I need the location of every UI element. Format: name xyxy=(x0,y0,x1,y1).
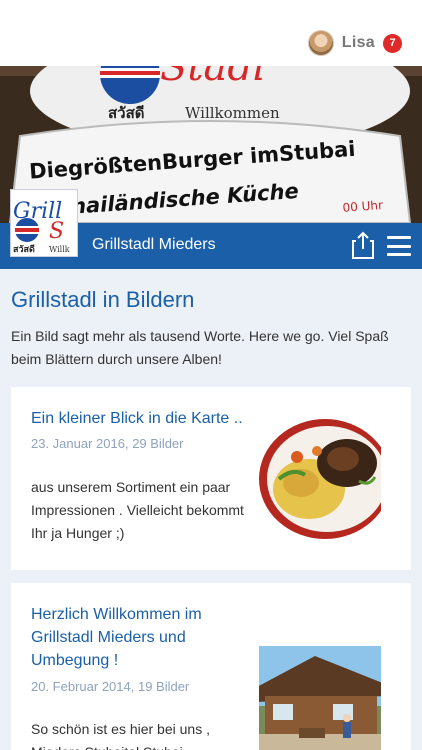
user-profile[interactable]: Lisa 7 xyxy=(307,30,402,56)
logo-thai-text: สวัสดี xyxy=(13,244,35,255)
hero-hours-text: 00 Uhr xyxy=(342,198,383,215)
avatar[interactable] xyxy=(307,30,334,56)
share-button[interactable] xyxy=(352,231,374,259)
username: Lisa xyxy=(341,34,375,51)
page-header-title: Grillstadl Mieders xyxy=(92,236,216,253)
logo-welcome-text: Willk xyxy=(49,245,70,254)
intro-text: Ein Bild sagt mehr als tausend Worte. He… xyxy=(11,328,389,367)
album-description: aus unserem Sortiment ein paar Impressio… xyxy=(31,479,244,541)
hero-sign-top-text: Stadl xyxy=(160,66,266,90)
album-meta: 23. Januar 2016, 29 Bilder xyxy=(31,436,184,451)
album-description: So schön ist es hier bei uns , Mieders S… xyxy=(31,721,210,750)
hamburger-menu-icon xyxy=(387,236,411,239)
album-thumbnail[interactable] xyxy=(259,646,381,750)
album-card[interactable]: Herzlich Willkommen im Grillstadl Mieder… xyxy=(11,583,411,750)
hero-thai-text: สวัสดี xyxy=(108,104,144,122)
album-meta: 20. Februar 2014, 19 Bilder xyxy=(31,679,190,694)
share-icon xyxy=(352,231,374,259)
logo-image: Grill S สวัสดี Willk xyxy=(11,190,77,256)
album-title-link[interactable]: Herzlich Willkommen im Grillstadl Mieder… xyxy=(31,603,246,672)
hero-welcome-text: Willkommen xyxy=(185,104,280,122)
album-card[interactable]: Ein kleiner Blick in die Karte .. 23. Ja… xyxy=(11,387,411,570)
notification-badge[interactable]: 7 xyxy=(383,33,402,53)
page-title: Grillstadl in Bildern xyxy=(11,287,195,312)
menu-button[interactable] xyxy=(387,236,411,256)
album-thumbnail[interactable] xyxy=(259,417,381,541)
top-bar: Lisa 7 xyxy=(0,0,422,66)
logo-s-text: S xyxy=(49,219,64,244)
album-title-link[interactable]: Ein kleiner Blick in die Karte .. xyxy=(31,407,246,430)
restaurant-logo[interactable]: Grill S สวัสดี Willk xyxy=(10,189,78,257)
